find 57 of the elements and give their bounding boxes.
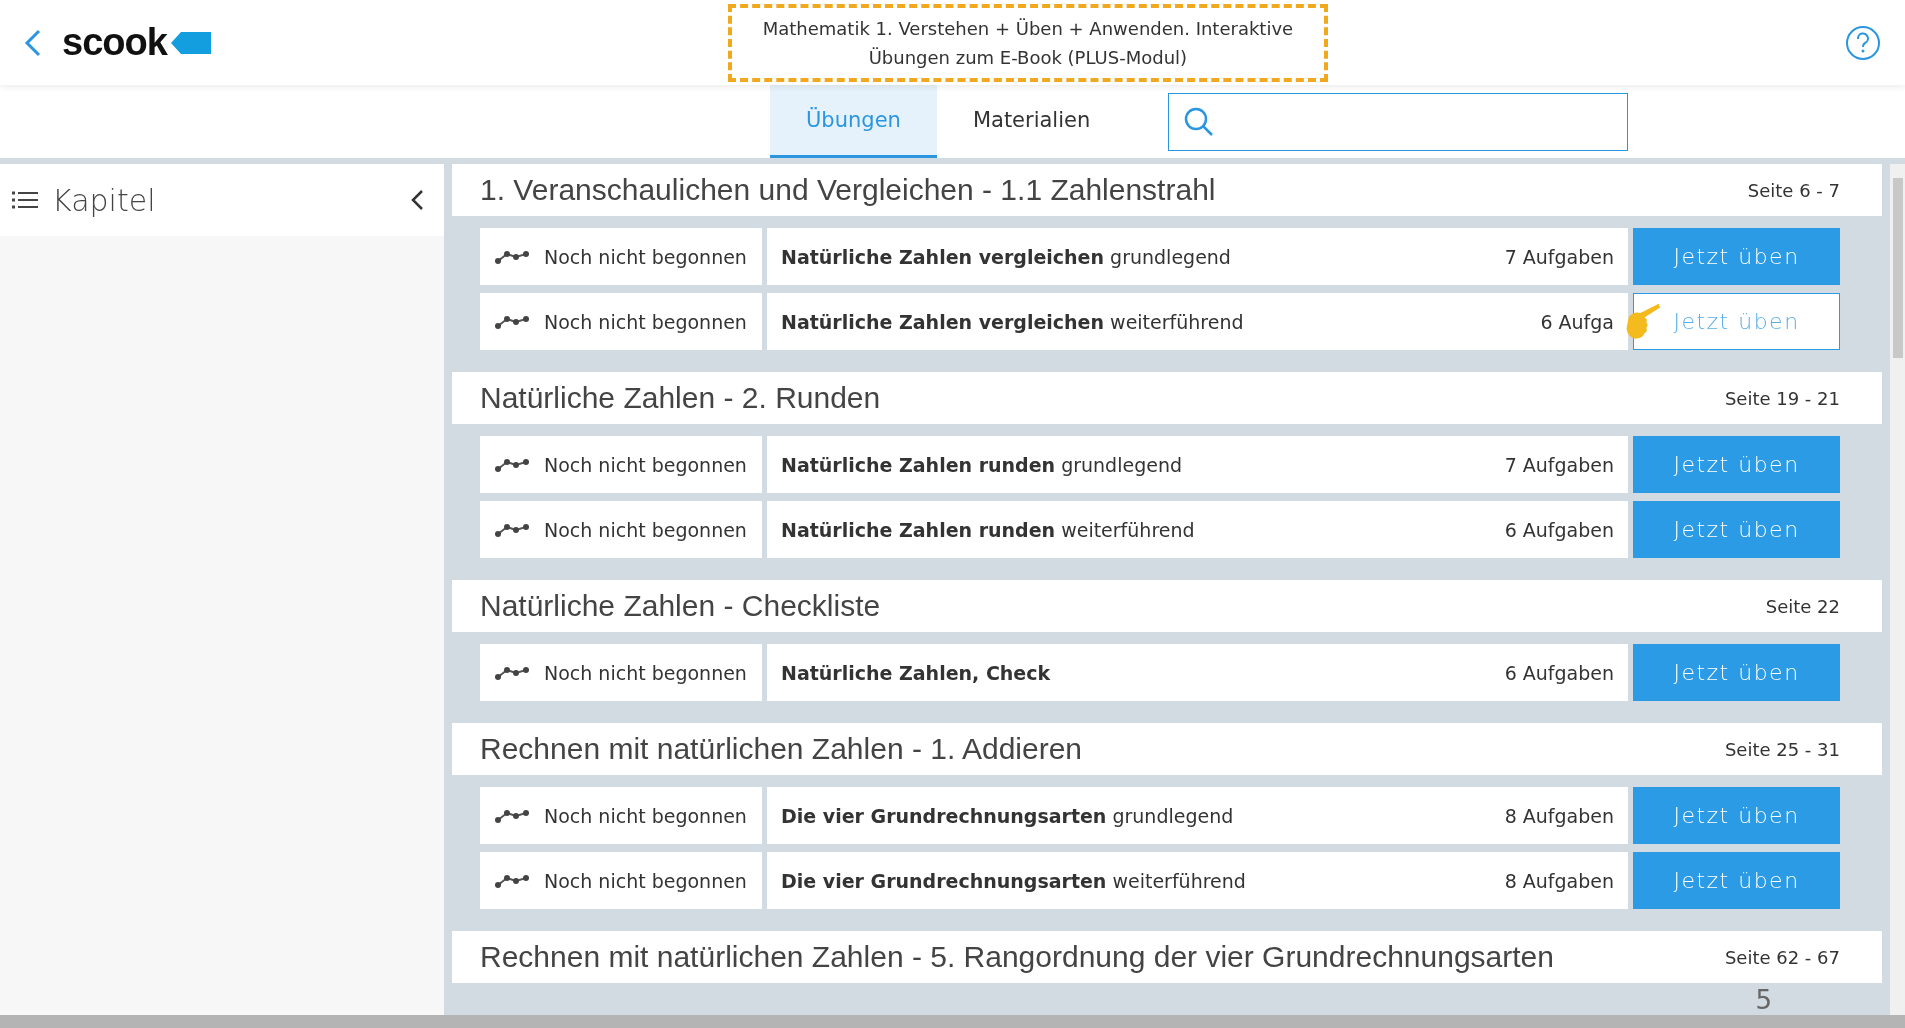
progress-icon xyxy=(494,807,530,824)
page-number: 5 xyxy=(1755,985,1772,1015)
scrollbar-thumb[interactable] xyxy=(1892,178,1903,358)
help-icon[interactable] xyxy=(1845,24,1881,61)
page-range: Seite 25 - 31 xyxy=(1724,738,1840,760)
progress-icon xyxy=(494,248,530,265)
progress-icon xyxy=(494,521,530,538)
section-title: Rechnen mit natürlichen Zahlen - 1. Addieren xyxy=(480,732,1083,766)
task-count: 6 Aufga xyxy=(1540,310,1614,333)
progress-icon xyxy=(494,313,530,330)
logo-text: scook xyxy=(62,21,167,64)
task-count: 7 Aufgaben xyxy=(1504,453,1614,476)
list-icon xyxy=(12,191,38,209)
task-count: 8 Aufgaben xyxy=(1504,869,1614,892)
status-text: Noch nicht begonnen xyxy=(544,869,747,892)
status-text: Noch nicht begonnen xyxy=(544,804,747,827)
logo-mark-icon xyxy=(170,31,211,54)
exercise-title: Natürliche Zahlen runden weiterführend xyxy=(781,518,1195,541)
practice-button[interactable]: Jetzt üben xyxy=(1633,293,1840,350)
exercise-title: Die vier Grundrechnungsarten weiterführend xyxy=(781,869,1246,892)
exercise-title: Natürliche Zahlen runden grundlegend xyxy=(781,453,1182,476)
task-count: 6 Aufgaben xyxy=(1504,661,1614,684)
task-count: 8 Aufgaben xyxy=(1504,804,1614,827)
section-title: 1. Veranschaulichen und Vergleichen - 1.1 Zahlenstrahl xyxy=(480,173,1216,207)
progress-icon xyxy=(494,872,530,889)
practice-button[interactable]: Jetzt üben xyxy=(1633,228,1840,285)
practice-button[interactable]: Jetzt üben xyxy=(1633,644,1840,701)
search-field[interactable] xyxy=(1168,93,1629,151)
progress-icon xyxy=(494,664,530,681)
status-text: Noch nicht begonnen xyxy=(544,453,747,476)
section-title: Natürliche Zahlen - Checkliste xyxy=(480,589,881,623)
section-title: Natürliche Zahlen - 2. Runden xyxy=(480,381,881,415)
task-count: 7 Aufgaben xyxy=(1504,245,1614,268)
practice-button[interactable]: Jetzt üben xyxy=(1633,787,1840,844)
back-icon[interactable] xyxy=(24,27,42,58)
exercise-title: Natürliche Zahlen vergleichen grundlegend xyxy=(781,245,1231,268)
page-range: Seite 22 xyxy=(1765,595,1840,617)
page-range: Seite 19 - 21 xyxy=(1724,387,1840,409)
exercise-title: Natürliche Zahlen vergleichen weiterführend xyxy=(781,310,1244,333)
status-text: Noch nicht begonnen xyxy=(544,245,747,268)
page-range: Seite 62 - 67 xyxy=(1724,946,1840,968)
task-count: 6 Aufgaben xyxy=(1504,518,1614,541)
practice-button[interactable]: Jetzt üben xyxy=(1633,436,1840,493)
progress-icon xyxy=(494,456,530,473)
exercise-title: Die vier Grundrechnungsarten grundlegend xyxy=(781,804,1234,827)
tab[interactable]: Übungen xyxy=(770,85,937,158)
book-title: Mathematik 1. Verstehen + Üben + Anwenden. Interaktive Übungen zum E-Book (PLUS-Modul) xyxy=(727,3,1328,82)
exercise-title: Natürliche Zahlen, Check xyxy=(781,661,1051,684)
status-text: Noch nicht begonnen xyxy=(544,661,747,684)
status-text: Noch nicht begonnen xyxy=(544,310,747,333)
section-title: Rechnen mit natürlichen Zahlen - 5. Rangordnung der vier Grundrechnungsarten xyxy=(480,940,1554,974)
status-text: Noch nicht begonnen xyxy=(544,518,747,541)
sidebar-title: Kapitel xyxy=(52,182,157,218)
practice-button[interactable]: Jetzt üben xyxy=(1633,852,1840,909)
page-range: Seite 6 - 7 xyxy=(1747,179,1840,201)
practice-button[interactable]: Jetzt üben xyxy=(1633,501,1840,558)
collapse-icon[interactable] xyxy=(410,189,424,211)
